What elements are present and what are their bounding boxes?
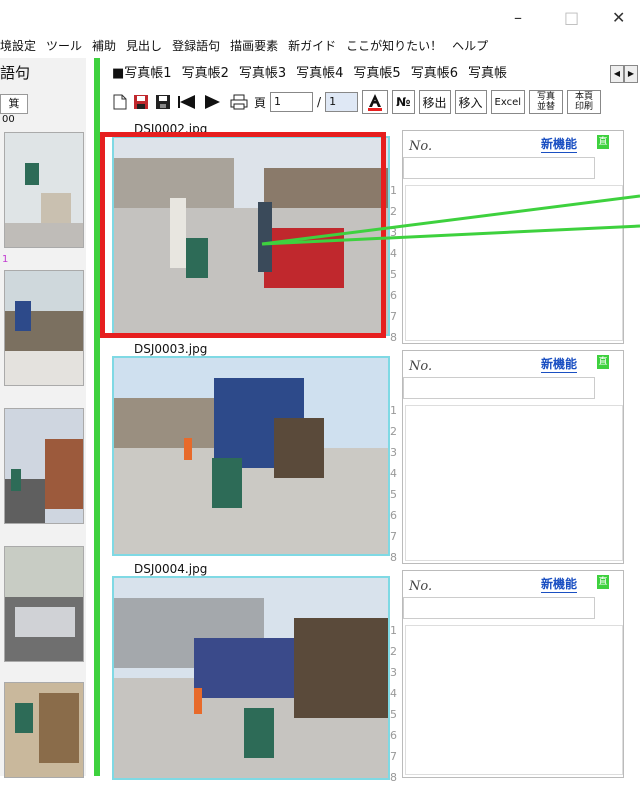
menu-item-settings[interactable]: 境設定 [0, 37, 36, 54]
photo-row: 12345678 No. 新機能 直 DSJ0004.jpg [108, 562, 640, 784]
menu-item-heading[interactable]: 見出し [126, 37, 162, 54]
photo-book-tabs: ■写真帳1 写真帳2 写真帳3 写真帳4 写真帳5 写真帳6 写真帳 [112, 62, 517, 86]
photo-image [114, 578, 388, 778]
left-panel-label: 00 [2, 114, 15, 125]
note-panel: No. 新機能 直 [402, 570, 624, 778]
photo-frame[interactable] [112, 356, 390, 556]
new-page-icon[interactable] [112, 91, 128, 113]
number-label: No. [409, 139, 433, 154]
line-numbers: 12345678 [390, 404, 397, 564]
left-panel-button[interactable]: 箕 [0, 94, 28, 114]
toolbar: 頁 1 / 1 № 移出 移入 Excel 写真並替 本頁印刷 [112, 88, 605, 116]
tab-scroll-left-icon[interactable]: ◀ [610, 65, 624, 83]
thumbnail-image [5, 409, 83, 523]
photo-filename: DSJ0004.jpg [132, 562, 210, 576]
menu-item-faq[interactable]: ここが知りたい！ [346, 37, 442, 54]
close-button[interactable]: ✕ [612, 8, 625, 27]
number-button[interactable]: № [392, 90, 415, 114]
thumbnail-image [5, 683, 83, 777]
left-panel-title: 語句 [0, 64, 31, 82]
line-numbers: 12345678 [390, 624, 397, 784]
thumbnail-5[interactable] [4, 682, 84, 778]
thumbnail-image [5, 271, 83, 385]
menu-item-new-guide[interactable]: 新ガイド [288, 37, 336, 54]
new-feature-link[interactable]: 新機能 [541, 355, 578, 373]
direct-badge[interactable]: 直 [597, 135, 609, 149]
menu-item-phrases[interactable]: 登録語句 [172, 37, 220, 54]
thumbnail-image [5, 133, 83, 247]
page-input[interactable]: 1 [270, 92, 314, 112]
text-color-icon[interactable] [362, 90, 389, 114]
tab-photo-book-4[interactable]: 写真帳4 [296, 62, 343, 86]
number-label: No. [409, 579, 433, 594]
note-panel: No. 新機能 直 [402, 130, 624, 344]
left-panel-label: 1 [2, 254, 9, 265]
tab-photo-book-5[interactable]: 写真帳5 [353, 62, 400, 86]
new-feature-link[interactable]: 新機能 [541, 135, 578, 153]
left-panel: 語句 箕 00 1 [0, 58, 86, 778]
direct-badge[interactable]: 直 [597, 355, 609, 369]
number-label: No. [409, 359, 433, 374]
page-total-field[interactable]: 1 [325, 92, 359, 112]
tab-photo-book-7[interactable]: 写真帳 [468, 62, 507, 86]
save-icon[interactable] [154, 91, 172, 113]
page-label: 頁 [254, 95, 267, 110]
tab-photo-book-1[interactable]: ■写真帳1 [112, 62, 172, 86]
direct-badge[interactable]: 直 [597, 575, 609, 589]
number-input[interactable] [403, 157, 595, 179]
number-input[interactable] [403, 377, 595, 399]
thumbnail-1[interactable] [4, 132, 84, 248]
note-textarea[interactable] [405, 405, 623, 561]
page-separator: / [317, 95, 322, 109]
thumbnail-3[interactable] [4, 408, 84, 524]
tab-photo-book-3[interactable]: 写真帳3 [239, 62, 286, 86]
print-page-button[interactable]: 本頁印刷 [567, 90, 602, 114]
title-bar: – □ ✕ [0, 0, 640, 34]
previous-page-icon[interactable] [176, 91, 198, 113]
tab-scroll-right-icon[interactable]: ▶ [624, 65, 638, 83]
move-out-button[interactable]: 移出 [418, 90, 451, 114]
photo-filename: DSJ0003.jpg [132, 342, 210, 356]
photo-frame[interactable] [112, 576, 390, 780]
thumbnail-image [5, 547, 83, 661]
menu-item-assist[interactable]: 補助 [92, 37, 116, 54]
menu-item-tools[interactable]: ツール [46, 37, 82, 54]
note-textarea[interactable] [405, 185, 623, 341]
thumbnail-4[interactable] [4, 546, 84, 662]
line-numbers: 12345678 [390, 184, 397, 344]
excel-button[interactable]: Excel [490, 90, 526, 114]
menu-bar: 境設定 ツール 補助 見出し 登録語句 描画要素 新ガイド ここが知りたい！ ヘ… [0, 34, 640, 56]
move-in-button[interactable]: 移入 [454, 90, 487, 114]
highlight-frame [100, 132, 386, 338]
note-textarea[interactable] [405, 625, 623, 775]
save-red-icon[interactable] [132, 91, 150, 113]
note-panel: No. 新機能 直 [402, 350, 624, 564]
new-feature-link[interactable]: 新機能 [541, 575, 578, 593]
tab-photo-book-6[interactable]: 写真帳6 [411, 62, 458, 86]
minimize-button[interactable]: – [514, 8, 522, 27]
thumbnail-2[interactable] [4, 270, 84, 386]
menu-item-drawing[interactable]: 描画要素 [230, 37, 278, 54]
maximize-button[interactable]: □ [564, 8, 579, 27]
photo-row: 12345678 No. 新機能 直 DSJ0003.jpg [108, 342, 640, 568]
tab-photo-book-2[interactable]: 写真帳2 [182, 62, 229, 86]
photo-image [114, 358, 388, 554]
number-input[interactable] [403, 597, 595, 619]
menu-item-help[interactable]: ヘルプ [452, 37, 488, 54]
print-icon[interactable] [228, 91, 250, 113]
next-page-icon[interactable] [202, 91, 224, 113]
photo-sort-button[interactable]: 写真並替 [529, 90, 564, 114]
